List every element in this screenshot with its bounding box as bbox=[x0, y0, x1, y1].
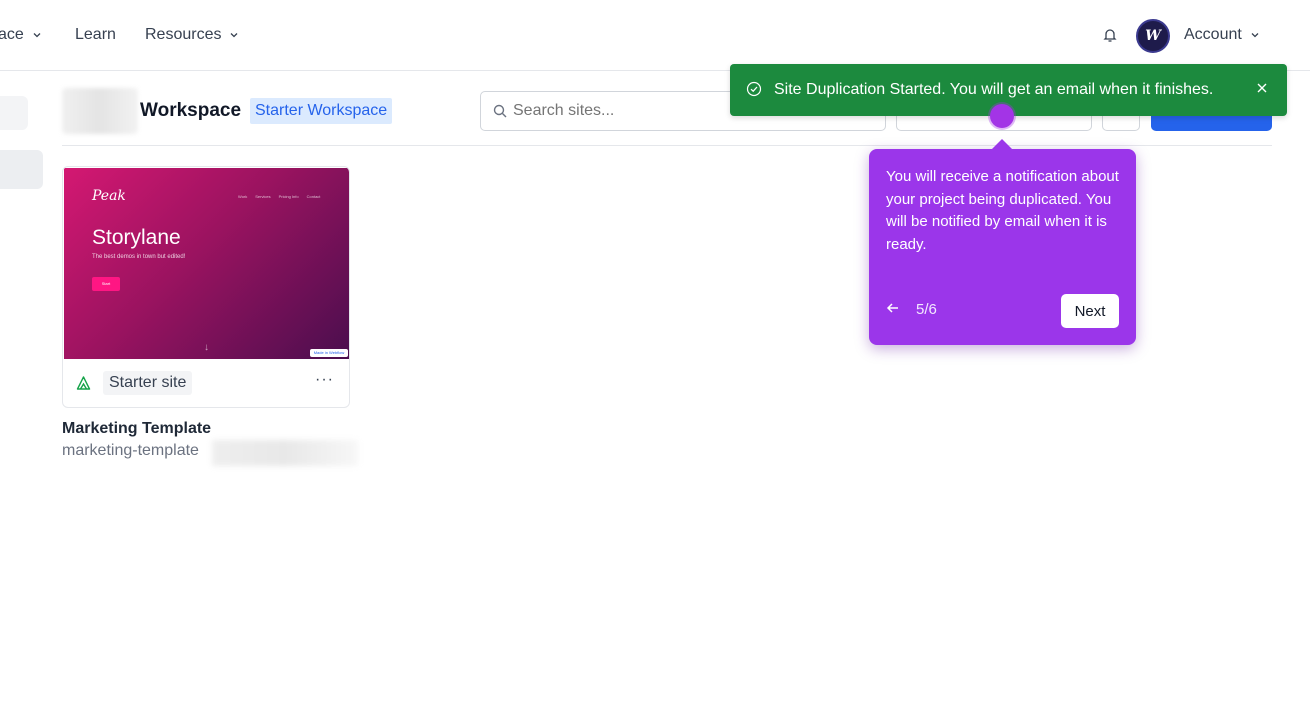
bell-icon[interactable] bbox=[1101, 26, 1119, 44]
site-slug: marketing-template bbox=[62, 442, 199, 459]
thumbnail-hero: Storylane bbox=[92, 226, 181, 249]
avatar-initial: W bbox=[1145, 28, 1161, 44]
check-circle-icon bbox=[746, 81, 762, 97]
nav-workspace-menu[interactable]: ace bbox=[0, 26, 42, 44]
thumbnail-cta: Start bbox=[92, 277, 120, 291]
more-options-button[interactable]: ··· bbox=[315, 371, 334, 389]
site-plan-label: Starter site bbox=[103, 371, 193, 395]
thumbnail-menu-item: Services bbox=[255, 194, 271, 199]
arrow-down-icon: ↓ bbox=[204, 342, 209, 353]
tour-step-counter: 5/6 bbox=[916, 301, 937, 318]
workspace-name-redacted bbox=[62, 88, 138, 134]
sidebar-item-active[interactable] bbox=[0, 150, 43, 189]
account-label: Account bbox=[1184, 26, 1242, 43]
workspace-title: Workspace bbox=[140, 100, 242, 121]
tour-popover: You will receive a notification about yo… bbox=[869, 139, 1136, 345]
thumbnail-menu: Work Services Pricing Info Contact bbox=[238, 194, 320, 199]
divider bbox=[62, 145, 1272, 146]
thumbnail-menu-item: Pricing Info bbox=[278, 194, 299, 199]
site-card-footer: Starter site ··· bbox=[63, 359, 349, 407]
chevron-down-icon bbox=[1250, 30, 1260, 40]
top-nav: ace Learn Resources W Account bbox=[0, 0, 1310, 71]
thumbnail-menu-item: Contact bbox=[306, 194, 321, 199]
site-card[interactable]: Peak Work Services Pricing Info Contact … bbox=[62, 166, 350, 408]
thumbnail-logo: Peak bbox=[92, 188, 126, 204]
nav-resources-menu[interactable]: Resources bbox=[145, 26, 239, 44]
tour-hotspot[interactable] bbox=[990, 104, 1014, 128]
sidebar-item[interactable] bbox=[0, 96, 28, 130]
arrow-left-icon[interactable] bbox=[886, 301, 900, 315]
site-name[interactable]: Marketing Template bbox=[62, 420, 211, 438]
toast-message: Site Duplication Started. You will get a… bbox=[774, 81, 1214, 98]
account-menu[interactable]: Account bbox=[1184, 26, 1260, 44]
nav-workspace-label: ace bbox=[0, 26, 24, 43]
chevron-down-icon bbox=[32, 30, 42, 40]
slug-domain-redacted bbox=[212, 440, 358, 466]
next-button[interactable]: Next bbox=[1061, 294, 1119, 328]
thumbnail-menu-item: Work bbox=[238, 194, 248, 199]
close-icon[interactable] bbox=[1254, 80, 1270, 96]
site-thumbnail[interactable]: Peak Work Services Pricing Info Contact … bbox=[64, 168, 349, 359]
starter-plan-icon bbox=[76, 376, 91, 390]
chevron-down-icon bbox=[229, 30, 239, 40]
nav-learn-label: Learn bbox=[75, 26, 116, 43]
nav-resources-label: Resources bbox=[145, 26, 222, 43]
tour-text: You will receive a notification about yo… bbox=[886, 168, 1119, 253]
workspace-plan-badge[interactable]: Starter Workspace bbox=[250, 98, 393, 124]
thumbnail-subtitle: The best demos in town but edited! bbox=[92, 254, 186, 260]
search-icon bbox=[493, 104, 507, 118]
avatar[interactable]: W bbox=[1136, 19, 1170, 53]
nav-learn[interactable]: Learn bbox=[75, 26, 116, 44]
thumbnail-badge: Made in Webflow bbox=[310, 349, 348, 357]
